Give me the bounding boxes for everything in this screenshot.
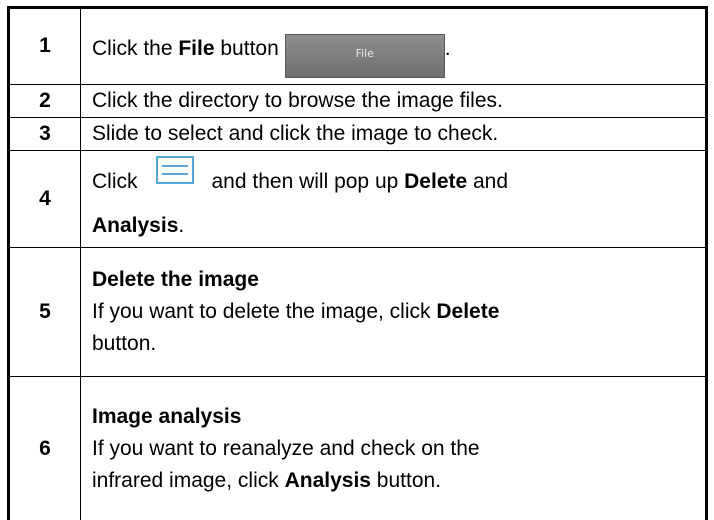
instruction-steps-table: 1 Click the File button File. 2 Click the…: [7, 6, 708, 520]
step-heading: Image analysis: [92, 401, 705, 433]
step-text: Click and then will pop up Delete and Ana…: [80, 150, 707, 249]
step-row: 5 Delete the image If you want to delete…: [8, 247, 707, 378]
file-button[interactable]: File: [284, 33, 445, 78]
step-bold-term: Delete: [404, 170, 468, 194]
step-bold-term: File: [178, 36, 215, 60]
step-bold-term: Analysis: [92, 214, 179, 238]
step-row: 6 Image analysis If you want to reanalyz…: [9, 376, 707, 520]
step-heading: Delete the image: [92, 264, 705, 296]
step-line: If you want to reanalyze and check on th…: [92, 436, 480, 460]
step-line: If you want to delete the image, click D…: [92, 296, 705, 328]
step-number: 5: [8, 247, 81, 378]
step-number: 2: [8, 84, 81, 118]
step-bold-term: Analysis: [284, 468, 371, 492]
step-bold-term: Delete: [436, 300, 500, 324]
step-number: 1: [8, 7, 81, 85]
step-line: infrared image, click Analysis button.: [92, 465, 705, 497]
step-text-part: Click: [92, 170, 138, 194]
step-text-part: button: [214, 36, 279, 60]
menu-icon: [155, 156, 194, 185]
step-text-part: button.: [370, 468, 442, 492]
step-number: 6: [39, 436, 51, 460]
step-row: 3 Slide to select and click the image to…: [8, 117, 707, 152]
step-row: 1 Click the File button File.: [8, 7, 707, 85]
step-number: 4: [8, 150, 81, 249]
step-row: 2 Click the directory to browse the imag…: [8, 84, 707, 118]
step-line: Click and then will pop up Delete and: [92, 156, 705, 198]
step-text-part: Click the: [92, 36, 179, 60]
step-line: Analysis.: [92, 210, 705, 242]
step-line: button.: [92, 332, 157, 356]
step-text-part: If you want to delete the image, click: [92, 300, 437, 324]
step-number: 3: [8, 117, 81, 152]
step-text: Delete the image If you want to delete t…: [80, 247, 707, 378]
step-text: Click the File button File.: [80, 7, 707, 85]
step-text-part: and: [467, 170, 509, 194]
step-heading-text: Image analysis: [92, 404, 242, 428]
step-text: Image analysis If you want to reanalyze …: [80, 376, 707, 520]
step-text: Slide to select and click the image to c…: [80, 117, 707, 152]
step-text: Click the directory to browse the image …: [80, 84, 707, 118]
step-heading-text: Delete the image: [92, 268, 259, 292]
step-text-part: infrared image, click: [92, 468, 285, 492]
step-text-part: .: [444, 36, 451, 60]
step-text-part: and then will pop up: [211, 170, 405, 194]
step-row: 4 Click and then will pop up Delete and A…: [8, 150, 707, 249]
step-text-part: .: [178, 214, 185, 238]
